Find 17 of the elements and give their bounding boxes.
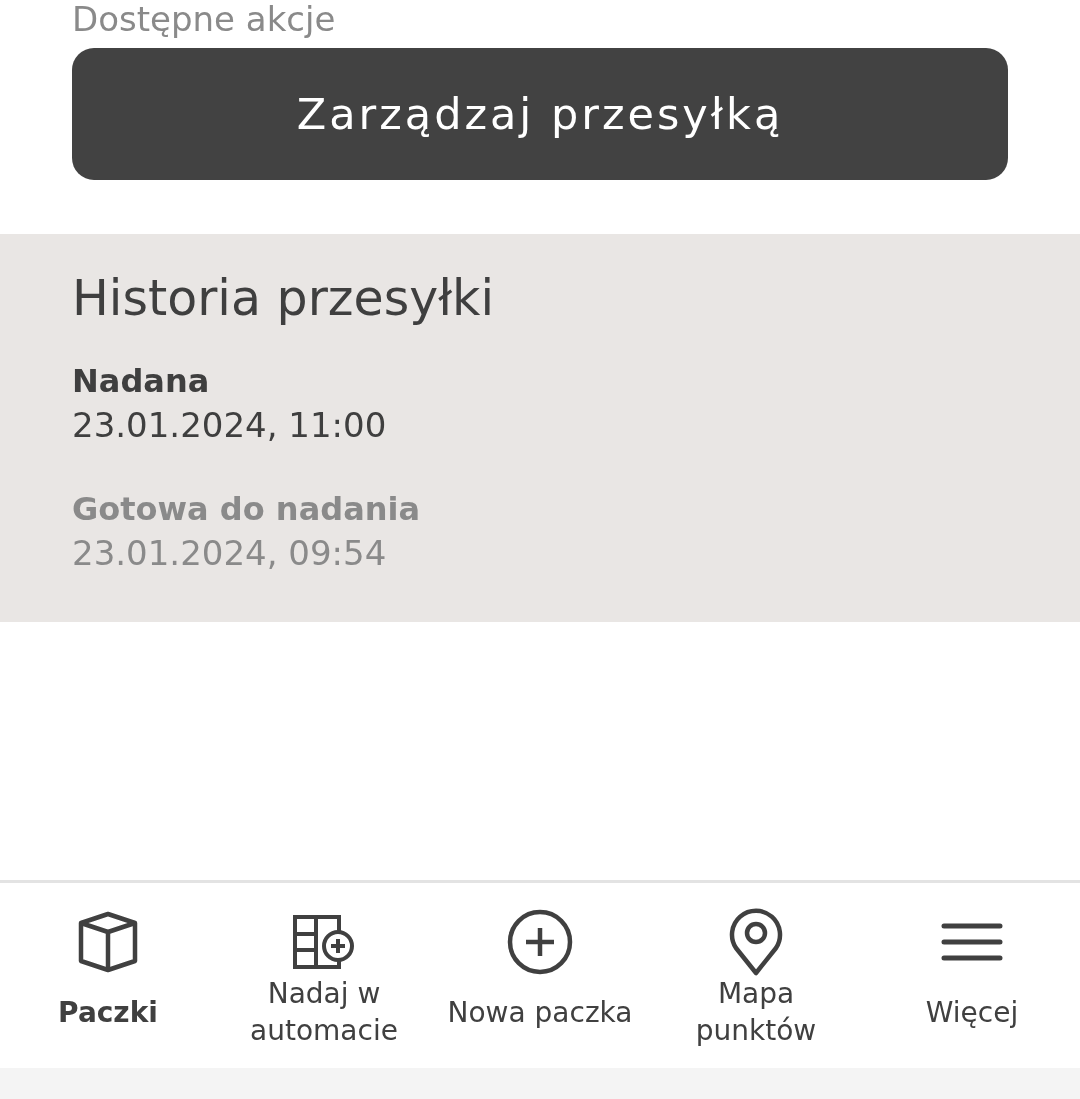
map-pin-icon — [728, 908, 784, 976]
menu-icon — [941, 923, 1003, 961]
history-title: Historia przesyłki — [72, 269, 496, 329]
section-label: Dostępne akcje — [72, 0, 337, 38]
nav-tab[interactable]: Nowa paczka — [432, 883, 648, 1068]
manage-shipment-button[interactable]: Zarządzaj przesyłką — [72, 48, 1008, 180]
nav-tab[interactable]: Więcej — [864, 883, 1080, 1068]
plus-circle-icon — [507, 909, 573, 975]
locker-plus-icon — [293, 915, 355, 969]
nav-tab[interactable]: Mapa punktów — [648, 883, 864, 1068]
event-status: Gotowa do nadania — [72, 489, 422, 530]
event-time: 23.01.2024, 09:54 — [72, 532, 388, 575]
nav-tab[interactable]: Nadaj w automacie — [216, 883, 432, 1068]
cube-icon — [78, 911, 138, 973]
event-time: 23.01.2024, 11:00 — [72, 404, 388, 447]
nav-tab[interactable]: Paczki — [0, 883, 216, 1068]
event-status: Nadana — [72, 361, 211, 402]
